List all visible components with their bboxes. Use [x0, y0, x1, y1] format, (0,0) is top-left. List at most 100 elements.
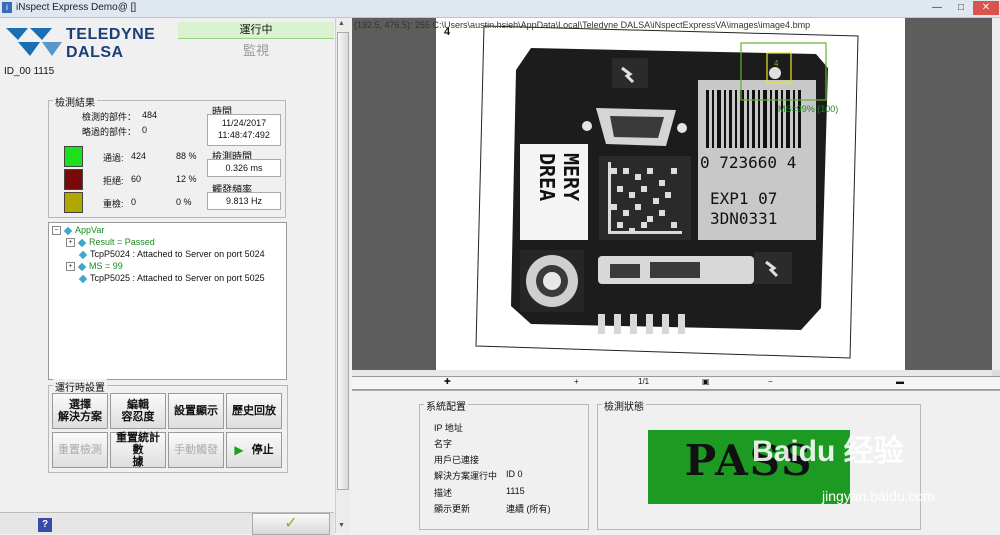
maximize-button[interactable]: □ — [949, 1, 973, 15]
runtime-settings-title: 運行時設置 — [53, 379, 107, 394]
tree-root[interactable]: − AppVar — [52, 225, 105, 236]
roi-marker: 4 — [774, 59, 779, 68]
zoom-in-large-icon[interactable]: ✚ — [444, 377, 451, 386]
system-config-group: 系統配置 IP 地址 名字 用戶已連接 解決方案運行中 ID 0 描述 1115… — [419, 398, 589, 530]
logo-top-text: TELEDYNE — [66, 26, 156, 43]
roi-result-label: MS=99% (100) — [778, 104, 838, 114]
barcode-number: 0 723660 4 — [700, 153, 796, 172]
zoom-out-large-icon[interactable]: ▬ — [896, 377, 904, 386]
expand-icon[interactable]: + — [66, 262, 75, 272]
scroll-down-icon[interactable]: ▼ — [338, 522, 345, 529]
tree-root-label: AppVar — [75, 225, 105, 235]
skipped-parts-value: 0 — [142, 125, 148, 135]
scroll-up-icon[interactable]: ▲ — [338, 20, 345, 27]
results-group-title: 檢測結果 — [53, 94, 97, 109]
edit-tolerance-button[interactable]: 編輯 容忍度 — [110, 393, 166, 429]
collapse-icon[interactable]: − — [52, 226, 61, 236]
ip-label: IP 地址 — [434, 423, 463, 433]
display-update-label: 顯示更新 — [434, 504, 471, 514]
tree-item[interactable]: + Result = Passed — [66, 237, 155, 248]
pass-percent: 88 % — [176, 151, 197, 161]
variable-icon — [77, 238, 87, 247]
baidu-watermark-url: jingyan.baidu.com — [822, 488, 935, 504]
app-icon: i — [2, 2, 12, 13]
zoom-in-icon[interactable]: + — [574, 377, 579, 386]
recheck-label: 重檢: — [103, 199, 124, 209]
pass-count: 424 — [131, 151, 147, 161]
label-dream-2: MERY — [559, 153, 583, 201]
label-dream-1: DREA — [535, 153, 559, 201]
tree-item[interactable]: TcpP5024 : Attached to Server on port 50… — [78, 249, 265, 259]
recheck-percent: 0 % — [176, 197, 192, 207]
reject-indicator — [64, 169, 83, 190]
reset-inspection-button[interactable]: 重置檢測 — [52, 432, 108, 468]
play-icon: ▶ — [234, 443, 244, 457]
expand-icon[interactable]: + — [66, 238, 75, 248]
stop-button[interactable]: ▶ 停止 — [226, 432, 282, 468]
display-update-value: 連續 (所有) — [506, 504, 551, 514]
history-playback-button[interactable]: 歷史回放 — [226, 393, 282, 429]
inspection-image: DREA MERY 0 723660 4 EXP1 07 3DN0331 4 M… — [444, 25, 859, 359]
barcode-line2: 3DN0331 — [710, 209, 777, 228]
variable-icon — [78, 250, 88, 259]
zoom-out-icon[interactable]: − — [768, 377, 773, 386]
date-value: 11/24/2017 — [221, 118, 267, 128]
run-status: 運行中 — [178, 22, 334, 39]
reject-count: 60 — [131, 174, 142, 184]
reject-percent: 12 % — [176, 174, 197, 184]
tree-item-label: TcpP5024 : Attached to Server on port 50… — [90, 249, 265, 259]
variable-icon — [77, 262, 87, 271]
system-config-title: 系統配置 — [424, 398, 468, 413]
tree-item-label: Result = Passed — [89, 237, 155, 247]
teledyne-logo: TELEDYNE DALSA — [4, 24, 164, 62]
help-icon[interactable]: ? — [38, 518, 52, 532]
inspected-parts-value: 484 — [142, 110, 158, 120]
tree-item[interactable]: TcpP5025 : Attached to Server on port 50… — [78, 273, 265, 283]
barcode-line1: EXP1 07 — [710, 189, 777, 208]
time-value: 11:48:47:492 — [218, 130, 270, 140]
description-label: 描述 — [434, 488, 453, 498]
time-box: 11/24/2017 11:48:47:492 — [207, 114, 281, 146]
apply-check-button[interactable]: ✓ — [252, 513, 330, 535]
zoom-fit-icon[interactable]: ▣ — [702, 377, 710, 386]
manual-trigger-button[interactable]: 手動觸發 — [168, 432, 224, 468]
name-label: 名字 — [434, 439, 453, 449]
baidu-watermark: Baidu 经验 — [752, 435, 904, 468]
zoom-reset-label[interactable]: 1/1 — [638, 377, 649, 386]
pass-indicator — [64, 146, 83, 167]
title-bar — [0, 0, 1000, 18]
recheck-count: 0 — [131, 197, 137, 207]
reject-label: 拒絕: — [103, 176, 124, 186]
insp-time-value: 0.326 ms — [207, 159, 281, 177]
image-margin-right — [905, 18, 992, 370]
description-value: 1115 — [506, 486, 525, 496]
logo-bottom-text: DALSA — [66, 44, 124, 61]
tree-item-label: TcpP5025 : Attached to Server on port 50… — [90, 273, 265, 283]
inspection-status-title: 檢測狀態 — [602, 398, 646, 413]
solution-running-value: ID 0 — [506, 469, 523, 479]
pixel-readout: (192.5, 476.5): 255 C:\Users\austin.hsie… — [354, 20, 811, 30]
minimize-button[interactable]: — — [925, 1, 949, 15]
user-connected-label: 用戶已連接 — [434, 455, 480, 465]
variable-icon — [78, 274, 88, 283]
trigger-value: 9.813 Hz — [207, 192, 281, 210]
skipped-parts-label: 略過的部件： — [82, 127, 137, 137]
display-settings-button[interactable]: 設置顯示 — [168, 393, 224, 429]
variable-icon — [63, 226, 73, 235]
tree-item[interactable]: + MS = 99 — [66, 261, 123, 272]
pass-label: 通過: — [103, 153, 124, 163]
select-solution-button[interactable]: 選擇 解決方案 — [52, 393, 108, 429]
stop-button-label: 停止 — [251, 443, 274, 456]
tree-item-label: MS = 99 — [89, 261, 123, 271]
scrollbar-thumb[interactable] — [337, 32, 349, 490]
solution-running-label: 解決方案運行中 — [434, 471, 498, 481]
reset-statistics-button[interactable]: 重置統計數 據 — [110, 432, 166, 468]
zoom-ruler[interactable]: ✚ + 1/1 ▣ − ▬ — [352, 376, 1000, 390]
close-button[interactable]: ✕ — [973, 1, 999, 15]
mode-label: 監視 — [242, 43, 269, 58]
image-margin-left — [352, 18, 436, 370]
variable-tree[interactable]: − AppVar + Result = Passed TcpP5024 : Atta… — [48, 222, 287, 380]
inspected-parts-label: 檢測的部件： — [82, 112, 137, 122]
recheck-indicator — [64, 192, 83, 213]
image-vscroll[interactable] — [992, 18, 1000, 370]
